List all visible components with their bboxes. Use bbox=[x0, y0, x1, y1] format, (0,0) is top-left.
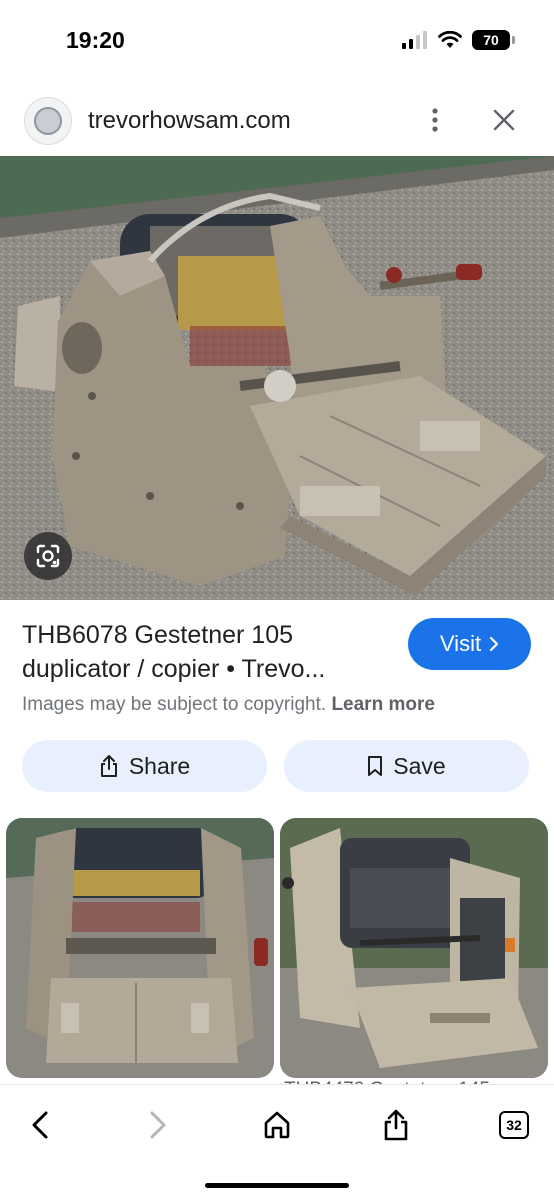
status-time: 19:20 bbox=[66, 27, 125, 53]
site-logo-icon[interactable] bbox=[24, 97, 72, 145]
battery-icon: 70 bbox=[472, 30, 515, 50]
save-button-label: Save bbox=[393, 752, 446, 779]
share-icon bbox=[100, 755, 117, 777]
chevron-right-icon bbox=[489, 636, 499, 652]
tab-count: 32 bbox=[499, 1111, 529, 1139]
close-icon[interactable] bbox=[486, 102, 522, 138]
tabs-icon[interactable]: 32 bbox=[490, 1101, 538, 1149]
status-icons: 70 bbox=[402, 30, 515, 50]
copyright-text: Images may be subject to copyright. bbox=[22, 694, 327, 715]
forward-icon[interactable] bbox=[134, 1101, 182, 1149]
main-image[interactable] bbox=[0, 156, 554, 600]
cellular-signal-icon bbox=[402, 31, 427, 49]
back-icon[interactable] bbox=[16, 1101, 64, 1149]
home-indicator bbox=[205, 1183, 349, 1188]
status-bar: 19:20 70 bbox=[0, 0, 554, 82]
share-button-label: Share bbox=[128, 752, 191, 779]
bottom-nav: 32 bbox=[0, 1084, 554, 1200]
related-image-1[interactable] bbox=[6, 818, 274, 1078]
result-title-line1: THB6078 Gestetner 105 bbox=[22, 621, 293, 649]
share-icon[interactable] bbox=[372, 1101, 420, 1149]
save-button[interactable]: Save bbox=[284, 740, 529, 792]
bookmark-icon bbox=[368, 756, 383, 776]
share-button[interactable]: Share bbox=[22, 740, 267, 792]
home-icon[interactable] bbox=[253, 1101, 301, 1149]
visit-button[interactable]: Visit bbox=[408, 618, 531, 670]
visit-button-label: Visit bbox=[439, 631, 482, 656]
learn-more-link[interactable]: Learn more bbox=[331, 694, 434, 715]
gestetner-machine-image bbox=[0, 156, 554, 600]
result-title[interactable]: THB6078 Gestetner 105 duplicator / copie… bbox=[22, 618, 382, 686]
site-domain[interactable]: trevorhowsam.com bbox=[88, 107, 291, 135]
more-vert-icon[interactable] bbox=[420, 102, 450, 138]
copyright-notice: Images may be subject to copyright. Lear… bbox=[22, 694, 435, 716]
google-lens-icon[interactable] bbox=[24, 532, 72, 580]
wifi-icon bbox=[438, 31, 462, 48]
url-bar: trevorhowsam.com bbox=[0, 88, 554, 154]
related-image-2[interactable] bbox=[280, 818, 548, 1078]
result-title-line2: duplicator / copier • Trevo... bbox=[22, 655, 326, 683]
